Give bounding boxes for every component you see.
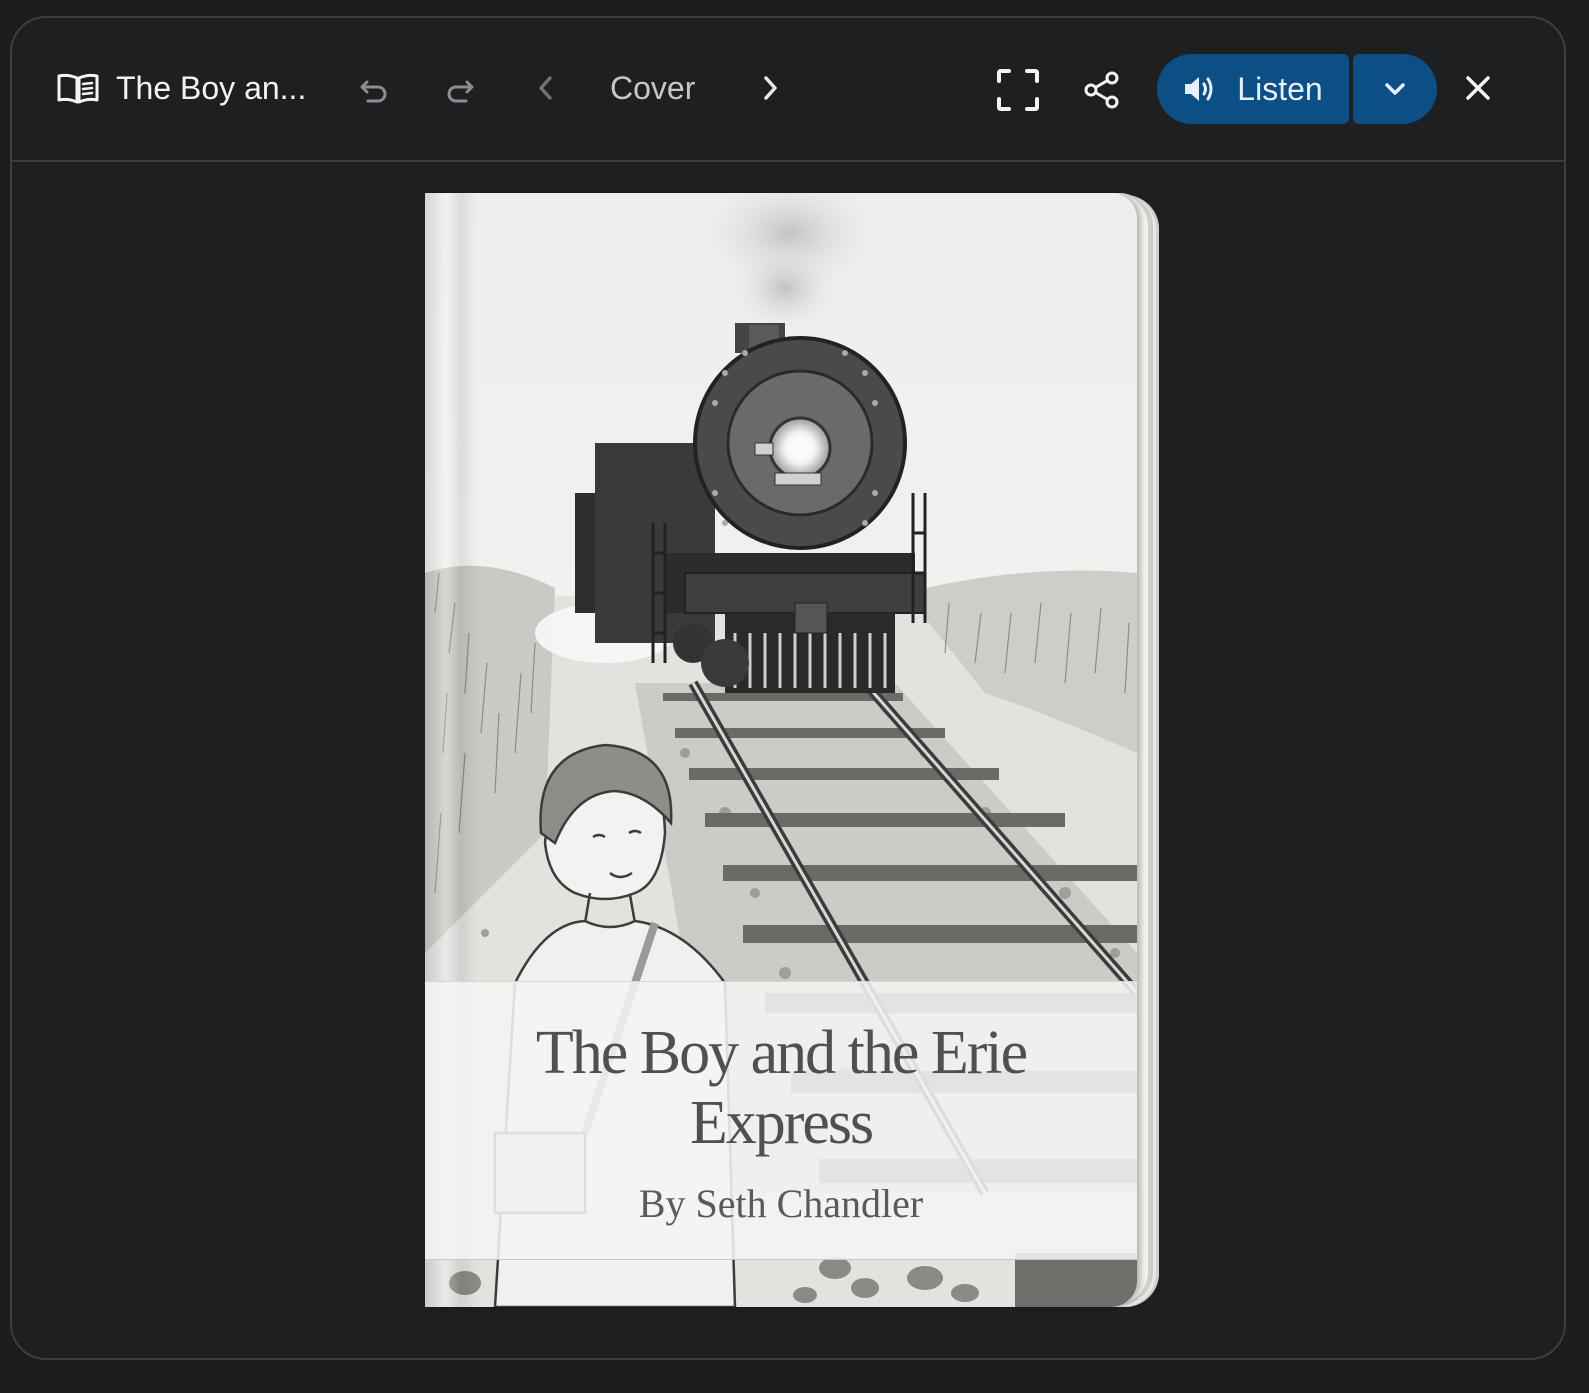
chevron-left-icon — [539, 76, 552, 100]
redo-button[interactable] — [432, 62, 488, 118]
share-icon — [1084, 71, 1119, 109]
cover-title-band: The Boy and the Erie Express By Seth Cha… — [425, 981, 1137, 1260]
chevron-down-icon — [1385, 83, 1405, 95]
share-button[interactable] — [1074, 62, 1130, 118]
close-button[interactable] — [1450, 60, 1506, 116]
listen-options-button[interactable] — [1353, 54, 1437, 124]
chevron-right-icon — [764, 76, 777, 100]
cover-author: By Seth Chandler — [638, 1181, 924, 1226]
fullscreen-icon — [997, 69, 1039, 111]
toolbar: The Boy an... Cover Listen — [12, 18, 1564, 162]
undo-button[interactable] — [346, 62, 402, 118]
redo-icon — [447, 80, 474, 103]
undo-icon — [360, 80, 387, 103]
open-book-icon — [56, 72, 100, 106]
next-page-button[interactable] — [742, 60, 798, 116]
previous-page-button[interactable] — [518, 60, 574, 116]
fullscreen-button[interactable] — [990, 62, 1046, 118]
cover-title: The Boy and the Erie Express — [535, 1019, 1028, 1157]
page-indicator: Cover — [610, 69, 696, 106]
speaker-icon — [1185, 77, 1213, 101]
page-viewer: The Boy and the Erie Express By Seth Cha… — [12, 162, 1564, 1358]
listen-button[interactable]: Listen — [1157, 54, 1349, 124]
close-icon — [1466, 76, 1490, 100]
listen-label: Listen — [1237, 70, 1323, 107]
book-viewer-window: The Boy an... Cover Listen The Boy and t… — [10, 16, 1566, 1360]
book-title: The Boy an... — [116, 69, 307, 106]
book-cover: The Boy and the Erie Express By Seth Cha… — [425, 193, 1137, 1307]
book[interactable]: The Boy and the Erie Express By Seth Cha… — [425, 193, 1161, 1310]
